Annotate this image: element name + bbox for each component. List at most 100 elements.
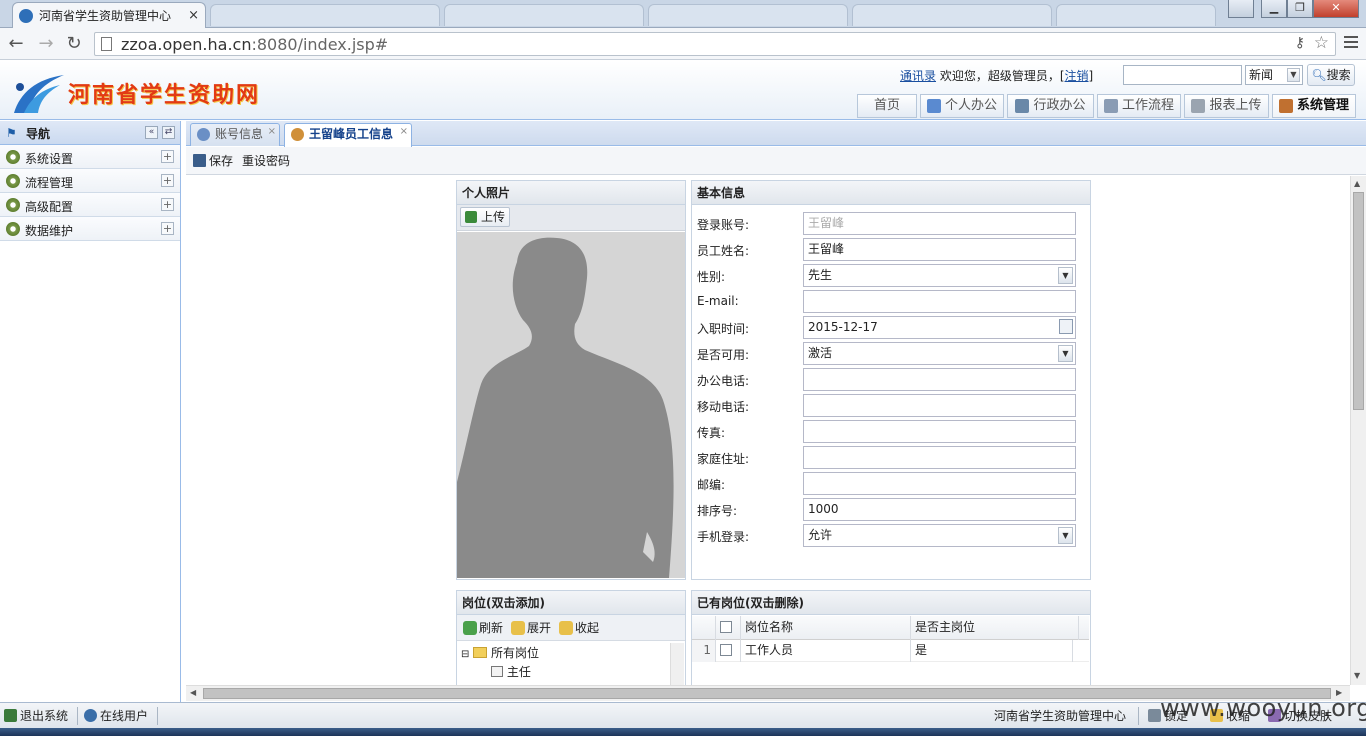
- search-category-value: 新闻: [1249, 68, 1274, 82]
- home-address-field[interactable]: [803, 446, 1076, 469]
- search-category-select[interactable]: 新闻 ▼: [1245, 65, 1303, 85]
- tree-node-director[interactable]: 主任: [491, 663, 531, 680]
- tab-account-info[interactable]: 账号信息 ×: [190, 123, 280, 146]
- mobile-login-value: 允许: [808, 528, 833, 542]
- minimize-button[interactable]: ▁: [1261, 0, 1287, 18]
- url-host: zzoa.open.ha.cn: [121, 35, 252, 54]
- column-header-name[interactable]: 岗位名称: [741, 616, 911, 640]
- browser-tab[interactable]: [444, 4, 644, 26]
- sidebar-item-process-management[interactable]: 流程管理 +: [0, 169, 180, 193]
- tree-node-all-positions[interactable]: ⊟ 所有岗位: [461, 644, 539, 661]
- sidebar-item-advanced-config[interactable]: 高级配置 +: [0, 193, 180, 217]
- search-button[interactable]: 🔍︎搜索: [1307, 64, 1355, 86]
- browser-tab[interactable]: [648, 4, 848, 26]
- form-toolbar: 保存 重设密码: [186, 147, 1366, 175]
- sidebar-item-system-settings[interactable]: 系统设置 +: [0, 145, 180, 169]
- upload-button[interactable]: 上传: [460, 207, 511, 227]
- browser-tab[interactable]: [1056, 4, 1216, 26]
- profile-button[interactable]: [1228, 0, 1254, 18]
- reload-icon[interactable]: ↻: [64, 34, 84, 54]
- row-number-header: [692, 616, 716, 640]
- enabled-select[interactable]: 激活 ▼: [803, 342, 1076, 365]
- close-window-button[interactable]: ✕: [1313, 0, 1359, 18]
- hire-date-field[interactable]: 2015-12-17: [803, 316, 1076, 339]
- nav-home[interactable]: 首页: [857, 94, 917, 118]
- gender-select[interactable]: 先生 ▼: [803, 264, 1076, 287]
- email-field[interactable]: [803, 290, 1076, 313]
- column-header-primary[interactable]: 是否主岗位: [911, 616, 1079, 640]
- nav-report-upload[interactable]: 报表上传: [1184, 94, 1269, 118]
- office-phone-field[interactable]: [803, 368, 1076, 391]
- email-row: E-mail:: [692, 290, 1090, 314]
- profile-photo-placeholder[interactable]: [457, 232, 685, 578]
- search-input[interactable]: [1123, 65, 1242, 85]
- url-input[interactable]: zzoa.open.ha.cn:8080/index.jsp# ⚷ ☆: [94, 32, 1336, 56]
- save-button[interactable]: 保存: [193, 152, 233, 170]
- postcode-field[interactable]: [803, 472, 1076, 495]
- close-tab-icon[interactable]: ×: [268, 121, 276, 142]
- select-all-checkbox[interactable]: [720, 621, 732, 633]
- logout-link[interactable]: 注销: [1065, 69, 1089, 83]
- expand-icon[interactable]: +: [161, 174, 174, 187]
- scroll-thumb[interactable]: [1353, 192, 1364, 410]
- refresh-button[interactable]: 刷新: [463, 619, 503, 637]
- key-icon[interactable]: ⚷: [1295, 35, 1305, 51]
- basic-info-title: 基本信息: [692, 181, 1090, 205]
- save-label: 保存: [209, 154, 234, 168]
- mobile-login-select[interactable]: 允许 ▼: [803, 524, 1076, 547]
- collapse-button[interactable]: 收起: [559, 619, 599, 637]
- maximize-button[interactable]: ❐: [1287, 0, 1313, 18]
- refresh-sidebar-icon[interactable]: ⇄: [162, 126, 175, 139]
- browser-tab[interactable]: [210, 4, 440, 26]
- nav-personal-office[interactable]: 个人办公: [920, 94, 1004, 118]
- gender-row: 性别: 先生 ▼: [692, 264, 1090, 288]
- divider: [1138, 707, 1139, 725]
- nav-admin-office[interactable]: 行政办公: [1007, 94, 1094, 118]
- browser-tab-active[interactable]: 河南省学生资助管理中心 ×: [12, 2, 206, 28]
- expand-button[interactable]: 展开: [511, 619, 551, 637]
- online-users-button[interactable]: 在线用户: [84, 708, 148, 724]
- reset-password-button[interactable]: 重设密码: [242, 152, 290, 170]
- expand-icon[interactable]: +: [161, 150, 174, 163]
- sort-order-field[interactable]: 1000: [803, 498, 1076, 521]
- employee-name-field[interactable]: 王留峰: [803, 238, 1076, 261]
- welcome-greeting: 欢迎您，超级管理员，[: [936, 69, 1065, 83]
- close-tab-icon[interactable]: ×: [400, 121, 408, 142]
- nav-system-admin[interactable]: 系统管理: [1272, 94, 1356, 118]
- exit-system-button[interactable]: 退出系统: [4, 708, 68, 724]
- tab-employee-info[interactable]: 王留峰员工信息 ×: [284, 123, 412, 147]
- scroll-down-icon[interactable]: ▼: [1354, 671, 1360, 680]
- nav-workflow[interactable]: 工作流程: [1097, 94, 1181, 118]
- collapse-sidebar-icon[interactable]: «: [145, 126, 158, 139]
- vertical-scrollbar[interactable]: ▲ ▼: [1350, 176, 1366, 685]
- expand-icon[interactable]: +: [161, 198, 174, 211]
- photo-panel-title: 个人照片: [457, 181, 685, 205]
- browser-menu-icon[interactable]: [1344, 36, 1358, 50]
- close-tab-icon[interactable]: ×: [188, 8, 199, 23]
- sidebar-item-label: 流程管理: [25, 176, 74, 190]
- scroll-left-icon[interactable]: ◀: [190, 688, 196, 697]
- contacts-link[interactable]: 通讯录: [900, 69, 936, 83]
- scroll-up-icon[interactable]: ▲: [1354, 179, 1360, 188]
- positions-tree: ⊟ 所有岗位 主任: [457, 642, 685, 685]
- welcome-bracket: ]: [1088, 69, 1094, 83]
- positions-panel: 岗位(双击添加) 刷新 展开 收起 ⊟ 所有岗位 主任: [456, 590, 686, 685]
- grid-header: 岗位名称 是否主岗位: [692, 616, 1089, 640]
- row-checkbox[interactable]: [720, 644, 732, 656]
- calendar-icon[interactable]: [1059, 319, 1073, 334]
- tree-toggle-icon[interactable]: ⊟: [461, 649, 469, 660]
- tree-scrollbar[interactable]: [670, 643, 684, 685]
- sidebar-item-data-maintenance[interactable]: 数据维护 +: [0, 217, 180, 241]
- bookmark-star-icon[interactable]: ☆: [1314, 33, 1329, 53]
- table-row[interactable]: 1 工作人员 是: [692, 640, 1089, 662]
- fax-field[interactable]: [803, 420, 1076, 443]
- back-icon[interactable]: ←: [6, 34, 26, 54]
- site-favicon-icon: [19, 8, 33, 23]
- exit-label: 退出系统: [20, 709, 69, 723]
- assigned-positions-panel: 已有岗位(双击删除) 岗位名称 是否主岗位 1 工作人员 是: [691, 590, 1091, 685]
- forward-icon[interactable]: →: [36, 34, 56, 54]
- users-icon: [197, 128, 210, 141]
- expand-icon[interactable]: +: [161, 222, 174, 235]
- mobile-phone-field[interactable]: [803, 394, 1076, 417]
- browser-tab[interactable]: [852, 4, 1052, 26]
